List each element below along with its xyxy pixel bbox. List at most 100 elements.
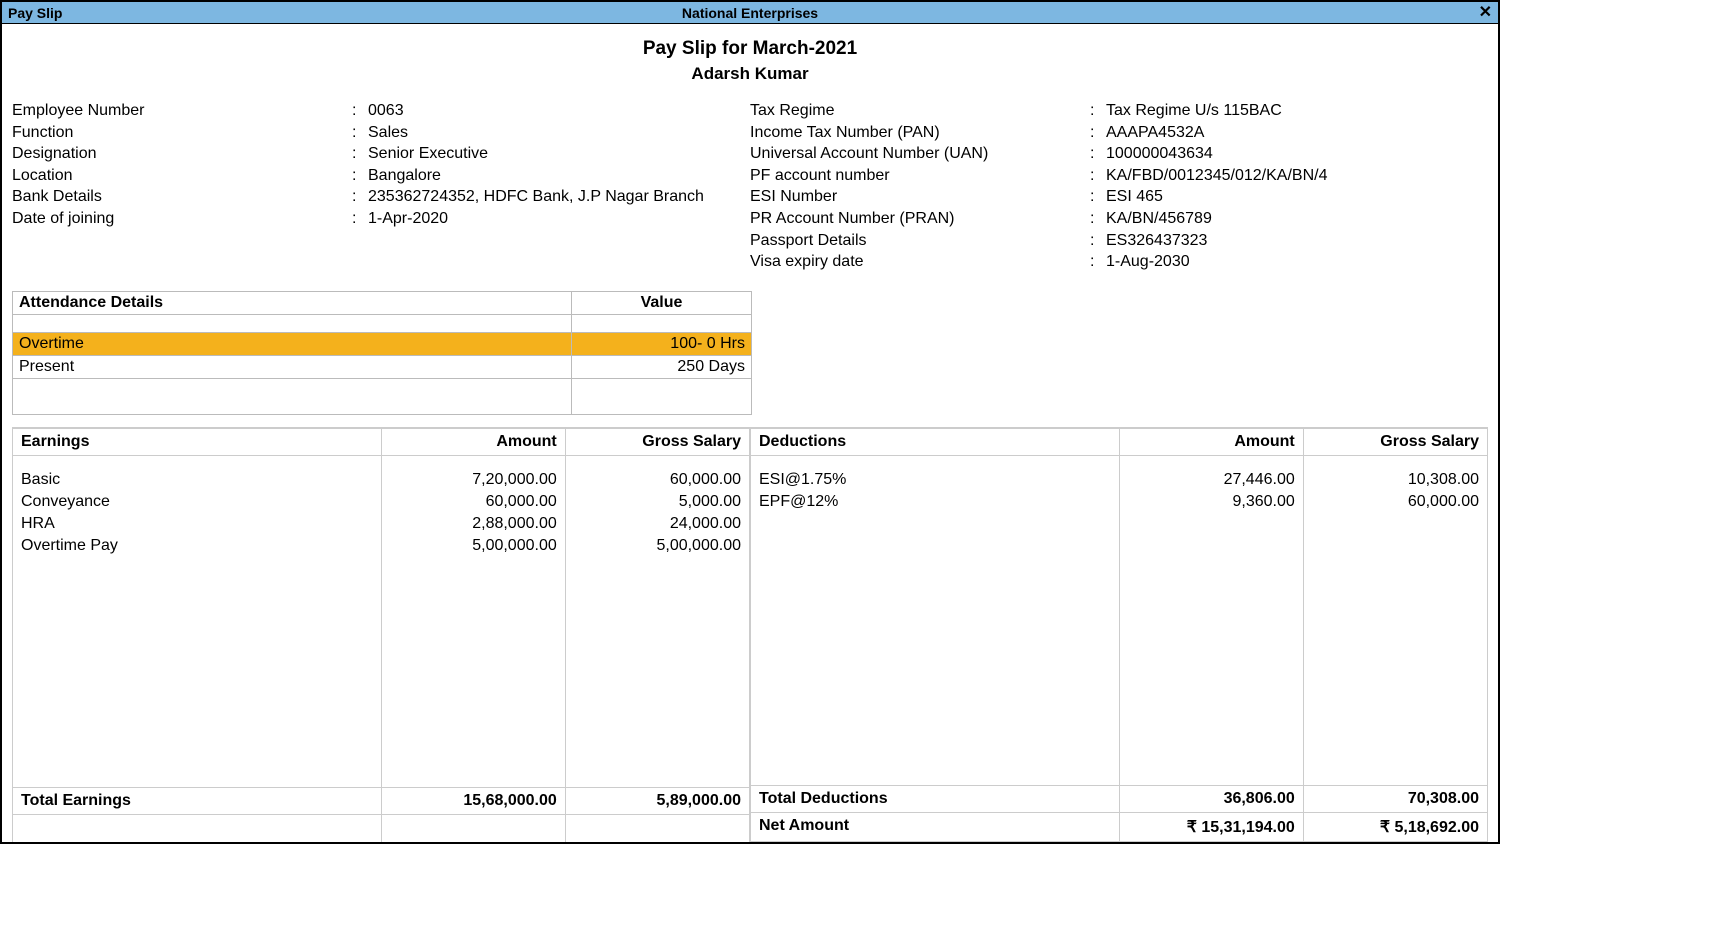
info-row: Function:Sales — [12, 122, 750, 144]
earnings-row: Conveyance60,000.005,000.00 — [13, 491, 750, 513]
info-row: PF account number:KA/FBD/0012345/012/KA/… — [750, 165, 1488, 187]
earning-name: HRA — [13, 513, 382, 535]
earnings-row: HRA2,88,000.0024,000.00 — [13, 513, 750, 535]
earning-name: Conveyance — [13, 491, 382, 513]
info-value: 1-Apr-2020 — [368, 208, 750, 230]
info-label: PF account number — [750, 165, 1090, 187]
total-deductions-label: Total Deductions — [751, 785, 1120, 812]
employee-name: Adarsh Kumar — [12, 64, 1488, 84]
deductions-header: Deductions — [751, 428, 1120, 455]
total-earnings-label: Total Earnings — [13, 787, 382, 814]
earnings-deductions: Earnings Amount Gross Salary Basic7,20,0… — [12, 427, 1488, 843]
attendance-header-label: Attendance Details — [13, 291, 572, 314]
deduction-name: ESI@1.75% — [751, 469, 1120, 491]
attendance-value: 250 Days — [572, 355, 752, 378]
info-value: KA/BN/456789 — [1106, 208, 1488, 230]
earnings-table: Earnings Amount Gross Salary Basic7,20,0… — [12, 428, 750, 843]
info-value: KA/FBD/0012345/012/KA/BN/4 — [1106, 165, 1488, 187]
net-amount-value: ₹ 15,31,194.00 — [1119, 812, 1303, 841]
info-value: 0063 — [368, 100, 750, 122]
info-label: Function — [12, 122, 352, 144]
earning-name: Overtime Pay — [13, 535, 382, 557]
info-value: Tax Regime U/s 115BAC — [1106, 100, 1488, 122]
deduction-amount: 27,446.00 — [1119, 469, 1303, 491]
info-value: Sales — [368, 122, 750, 144]
info-label: Visa expiry date — [750, 251, 1090, 273]
deduction-amount: 9,360.00 — [1119, 491, 1303, 513]
earnings-header: Earnings — [13, 428, 382, 455]
employee-info: Employee Number:0063Function:SalesDesign… — [12, 100, 1488, 273]
info-row: Universal Account Number (UAN):100000043… — [750, 143, 1488, 165]
info-row: ESI Number:ESI 465 — [750, 186, 1488, 208]
titlebar-left: Pay Slip — [8, 5, 62, 21]
info-row: Tax Regime:Tax Regime U/s 115BAC — [750, 100, 1488, 122]
info-label: Universal Account Number (UAN) — [750, 143, 1090, 165]
deduction-row: EPF@12%9,360.0060,000.00 — [751, 491, 1488, 513]
content: Pay Slip for March-2021 Adarsh Kumar Emp… — [2, 24, 1498, 842]
attendance-value: 100- 0 Hrs — [572, 332, 752, 355]
info-row: Income Tax Number (PAN):AAAPA4532A — [750, 122, 1488, 144]
info-value: Senior Executive — [368, 143, 750, 165]
info-row: Passport Details:ES326437323 — [750, 230, 1488, 252]
net-amount-gross: ₹ 5,18,692.00 — [1303, 812, 1487, 841]
close-icon[interactable]: ✕ — [1479, 5, 1492, 21]
info-label: Income Tax Number (PAN) — [750, 122, 1090, 144]
deduction-gross: 10,308.00 — [1303, 469, 1487, 491]
attendance-header-value: Value — [572, 291, 752, 314]
earning-gross: 5,00,000.00 — [565, 535, 749, 557]
info-value: ES326437323 — [1106, 230, 1488, 252]
earning-gross: 5,000.00 — [565, 491, 749, 513]
info-row: Bank Details:235362724352, HDFC Bank, J.… — [12, 186, 750, 208]
earning-amount: 5,00,000.00 — [381, 535, 565, 557]
titlebar: Pay Slip National Enterprises ✕ — [2, 2, 1498, 24]
info-label: Employee Number — [12, 100, 352, 122]
attendance-label: Present — [13, 355, 572, 378]
info-label: Tax Regime — [750, 100, 1090, 122]
attendance-row[interactable]: Overtime100- 0 Hrs — [13, 332, 752, 355]
earnings-gross-header: Gross Salary — [565, 428, 749, 455]
info-label: Date of joining — [12, 208, 352, 230]
attendance-label: Overtime — [13, 332, 572, 355]
earning-gross: 24,000.00 — [565, 513, 749, 535]
info-value: AAAPA4532A — [1106, 122, 1488, 144]
info-label: Designation — [12, 143, 352, 165]
earnings-row: Overtime Pay5,00,000.005,00,000.00 — [13, 535, 750, 557]
earning-gross: 60,000.00 — [565, 469, 749, 491]
info-label: PR Account Number (PRAN) — [750, 208, 1090, 230]
info-row: Date of joining:1-Apr-2020 — [12, 208, 750, 230]
deduction-name: EPF@12% — [751, 491, 1120, 513]
attendance-table: Attendance Details Value Overtime100- 0 … — [12, 291, 752, 415]
titlebar-center: National Enterprises — [682, 5, 818, 21]
total-deductions-amount: 36,806.00 — [1119, 785, 1303, 812]
info-value: 100000043634 — [1106, 143, 1488, 165]
earning-name: Basic — [13, 469, 382, 491]
info-row: Employee Number:0063 — [12, 100, 750, 122]
deduction-row: ESI@1.75%27,446.0010,308.00 — [751, 469, 1488, 491]
earning-amount: 60,000.00 — [381, 491, 565, 513]
info-row: PR Account Number (PRAN):KA/BN/456789 — [750, 208, 1488, 230]
total-deductions-gross: 70,308.00 — [1303, 785, 1487, 812]
net-amount-label: Net Amount — [751, 812, 1120, 841]
info-right-col: Tax Regime:Tax Regime U/s 115BACIncome T… — [750, 100, 1488, 273]
info-label: Location — [12, 165, 352, 187]
info-value: ESI 465 — [1106, 186, 1488, 208]
payslip-window: Pay Slip National Enterprises ✕ Pay Slip… — [0, 0, 1500, 844]
info-row: Visa expiry date:1-Aug-2030 — [750, 251, 1488, 273]
page-title: Pay Slip for March-2021 — [12, 38, 1488, 60]
info-value: 1-Aug-2030 — [1106, 251, 1488, 273]
earnings-row: Basic7,20,000.0060,000.00 — [13, 469, 750, 491]
info-label: Passport Details — [750, 230, 1090, 252]
total-earnings-amount: 15,68,000.00 — [381, 787, 565, 814]
info-label: ESI Number — [750, 186, 1090, 208]
deductions-amount-header: Amount — [1119, 428, 1303, 455]
attendance-row: Present250 Days — [13, 355, 752, 378]
info-row: Location:Bangalore — [12, 165, 750, 187]
earnings-amount-header: Amount — [381, 428, 565, 455]
earning-amount: 2,88,000.00 — [381, 513, 565, 535]
earning-amount: 7,20,000.00 — [381, 469, 565, 491]
info-row: Designation:Senior Executive — [12, 143, 750, 165]
deductions-gross-header: Gross Salary — [1303, 428, 1487, 455]
deductions-table: Deductions Amount Gross Salary ESI@1.75%… — [750, 428, 1488, 842]
info-value: Bangalore — [368, 165, 750, 187]
deduction-gross: 60,000.00 — [1303, 491, 1487, 513]
